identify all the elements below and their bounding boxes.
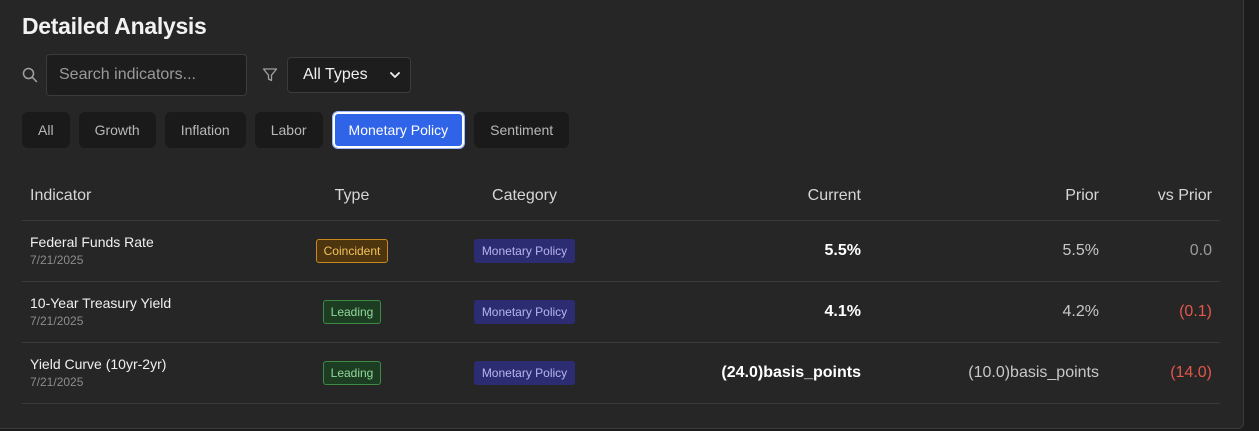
category-badge: Monetary Policy — [473, 360, 576, 385]
page-title: Detailed Analysis — [22, 13, 207, 39]
type-badge: Leading — [322, 299, 382, 324]
indicator-name: Federal Funds Rate — [30, 234, 154, 250]
prior-value: (10.0)basis_points — [869, 342, 1107, 404]
category-badge: Monetary Policy — [473, 238, 576, 263]
indicator-cell: 10-Year Treasury Yield 7/21/2025 — [22, 281, 262, 343]
current-value: 5.5% — [607, 220, 869, 282]
indicator-cell: Yield Curve (10yr-2yr) 7/21/2025 — [22, 342, 262, 404]
search-icon — [22, 67, 38, 83]
type-cell: Leading — [262, 342, 442, 404]
prior-value: 4.2% — [869, 281, 1107, 343]
tab-labor[interactable]: Labor — [254, 112, 323, 148]
table-row[interactable]: Yield Curve (10yr-2yr) 7/21/2025 Leading… — [22, 342, 1220, 404]
header-current[interactable]: Current — [607, 172, 869, 221]
current-value: 4.1% — [607, 281, 869, 343]
tab-monetary-policy[interactable]: Monetary Policy — [331, 111, 466, 149]
prior-value: 5.5% — [869, 220, 1107, 282]
vs-prior-value: (14.0) — [1107, 342, 1220, 404]
header-vs-prior[interactable]: vs Prior — [1107, 172, 1220, 221]
indicator-name: 10-Year Treasury Yield — [30, 295, 172, 311]
search-input[interactable] — [46, 54, 247, 96]
type-cell: Leading — [262, 281, 442, 343]
header-category[interactable]: Category — [442, 172, 607, 221]
header-indicator[interactable]: Indicator — [22, 172, 262, 221]
tab-all[interactable]: All — [22, 112, 70, 148]
vs-prior-value: 0.0 — [1107, 220, 1220, 282]
indicator-date: 7/21/2025 — [30, 253, 84, 267]
type-badge: Coincident — [315, 238, 389, 263]
type-cell: Coincident — [262, 220, 442, 282]
filter-icon — [262, 68, 278, 82]
header-prior[interactable]: Prior — [869, 172, 1107, 221]
type-badge: Leading — [322, 360, 382, 385]
indicators-table: Indicator Type Category Current Prior vs… — [22, 172, 1220, 404]
indicator-cell: Federal Funds Rate 7/21/2025 — [22, 220, 262, 282]
current-value: (24.0)basis_points — [607, 342, 869, 404]
tab-growth[interactable]: Growth — [78, 112, 156, 148]
type-filter-value: All Types — [303, 66, 368, 83]
category-tabs: All Growth Inflation Labor Monetary Poli… — [22, 111, 570, 149]
category-cell: Monetary Policy — [442, 281, 607, 343]
table-header-row: Indicator Type Category Current Prior vs… — [22, 172, 1220, 221]
tab-sentiment[interactable]: Sentiment — [474, 112, 570, 148]
category-badge: Monetary Policy — [473, 299, 576, 324]
category-cell: Monetary Policy — [442, 220, 607, 282]
category-cell: Monetary Policy — [442, 342, 607, 404]
indicator-date: 7/21/2025 — [30, 375, 84, 389]
indicator-date: 7/21/2025 — [30, 314, 84, 328]
type-filter-select[interactable]: All Types — [287, 57, 411, 93]
tab-inflation[interactable]: Inflation — [164, 112, 246, 148]
detailed-analysis-panel: Detailed Analysis All Types All Growth I… — [0, 0, 1244, 429]
header-type[interactable]: Type — [262, 172, 442, 221]
vs-prior-value: (0.1) — [1107, 281, 1220, 343]
chevron-down-icon — [390, 72, 400, 78]
indicator-name: Yield Curve (10yr-2yr) — [30, 356, 167, 372]
table-row[interactable]: Federal Funds Rate 7/21/2025 Coincident … — [22, 220, 1220, 282]
table-row[interactable]: 10-Year Treasury Yield 7/21/2025 Leading… — [22, 281, 1220, 343]
